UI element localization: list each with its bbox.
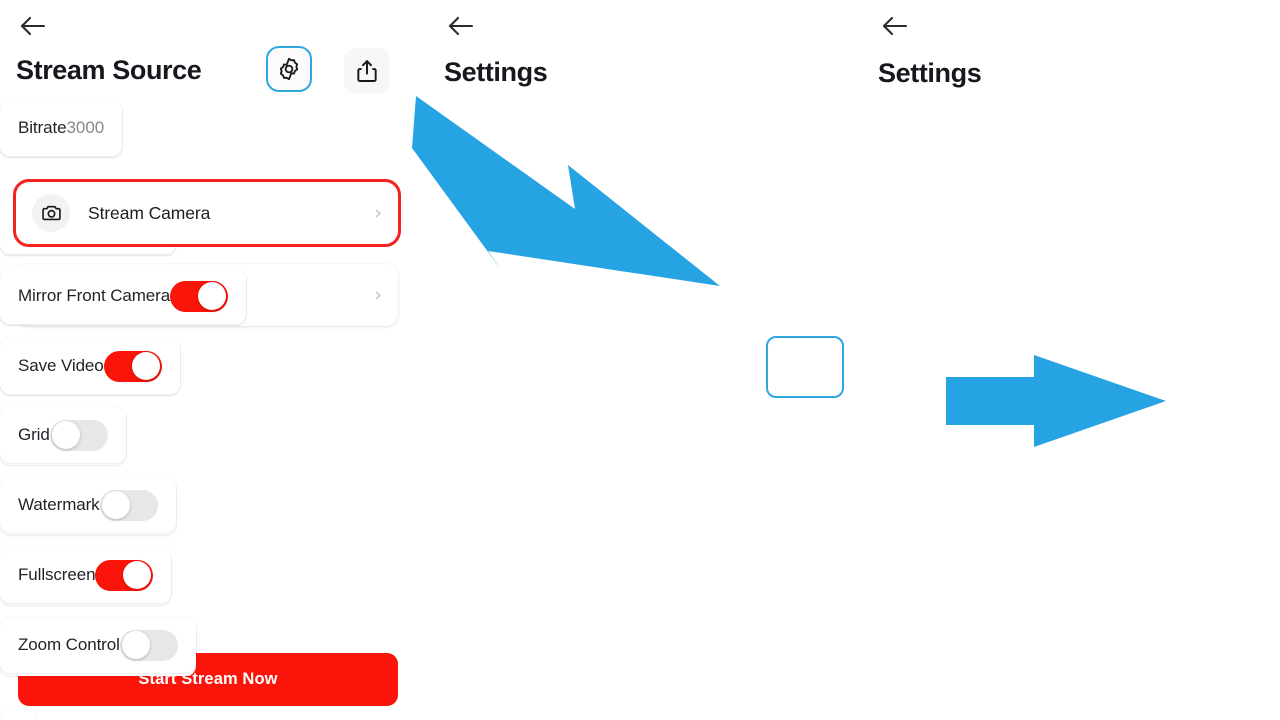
setting-row-watermark[interactable]: Watermark — [0, 477, 176, 533]
setting-label: Fullscreen — [18, 565, 96, 584]
setting-row-save-video[interactable]: Save Video — [0, 338, 180, 394]
toggle-knob — [198, 282, 227, 310]
setting-label: Zoom Control — [18, 635, 120, 654]
toggle-knob — [121, 631, 150, 659]
setting-value: 3000 — [66, 118, 105, 137]
gear-icon — [276, 56, 302, 82]
settings-panel-after: Settings — [860, 0, 1280, 720]
setting-label: Watermark — [18, 495, 100, 514]
setting-label: Mirror Front Camera — [18, 286, 171, 305]
toggle-knob — [123, 561, 152, 589]
toggle-mirror-front-camera[interactable] — [170, 280, 229, 312]
page-title: Settings — [444, 57, 548, 87]
setting-row-zoom-control[interactable]: Zoom Control — [0, 617, 196, 673]
settings-gear-button[interactable] — [266, 46, 312, 92]
toggle-knob — [101, 491, 130, 519]
chevron-right-icon: › — [374, 201, 382, 224]
setting-row-fullscreen[interactable]: Fullscreen — [0, 547, 172, 603]
setting-row-grid[interactable]: Grid — [0, 407, 126, 463]
source-item-stream-camera[interactable]: Stream Camera › — [13, 179, 401, 247]
setting-label: Grid — [18, 425, 50, 444]
setting-row-bitrate[interactable]: Bitrate 3000 — [0, 100, 123, 156]
source-label: Stream Camera — [88, 202, 211, 223]
back-arrow-icon[interactable] — [878, 12, 912, 40]
toggle-watermark[interactable] — [99, 489, 158, 521]
setting-row-partial[interactable] — [0, 710, 36, 720]
toggle-grid[interactable] — [49, 419, 108, 451]
toggle-fullscreen[interactable] — [95, 559, 154, 591]
camera-icon — [32, 194, 70, 232]
back-arrow-icon[interactable] — [16, 12, 50, 40]
setting-label: Save Video — [18, 356, 104, 375]
page-title: Stream Source — [16, 55, 202, 85]
chevron-right-icon: › — [374, 283, 382, 306]
back-arrow-icon[interactable] — [444, 12, 478, 40]
share-button[interactable] — [344, 48, 390, 94]
screenshot-stage: Stream Source Stream Camera › › Start St… — [0, 0, 1280, 720]
setting-row-mirror-front-camera[interactable]: Mirror Front Camera — [0, 268, 247, 324]
share-icon — [354, 58, 380, 84]
setting-label: Bitrate — [18, 118, 67, 137]
page-title: Settings — [878, 58, 982, 88]
settings-panel-before: Settings — [430, 0, 860, 720]
toggle-knob — [131, 352, 160, 380]
toggle-knob — [51, 421, 80, 449]
toggle-zoom-control[interactable] — [119, 629, 178, 661]
toggle-save-video[interactable] — [103, 350, 162, 382]
